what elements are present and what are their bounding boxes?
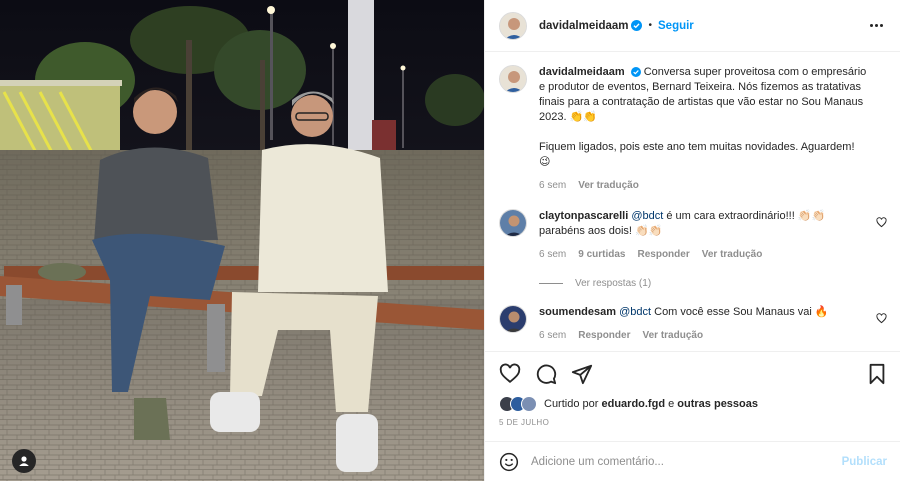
- emoji-icon[interactable]: [499, 452, 519, 472]
- comments-list[interactable]: davidalmeidaam Conversa super proveitosa…: [485, 53, 900, 350]
- bookmark-icon: [869, 363, 885, 385]
- caption-meta: 6 sem Ver tradução: [539, 178, 867, 193]
- separator-dot: •: [648, 20, 652, 31]
- caption: davidalmeidaam Conversa super proveitosa…: [499, 65, 887, 193]
- reply-button[interactable]: Responder: [578, 328, 630, 343]
- commenter-avatar[interactable]: [499, 209, 527, 237]
- comment-item: claytonpascarelli @bdct é um cara extrao…: [499, 209, 887, 262]
- caption-username[interactable]: davidalmeidaam: [539, 66, 625, 78]
- liked-by-joiner: e: [668, 398, 675, 410]
- like-comment-heart-icon[interactable]: [876, 217, 887, 228]
- follow-button[interactable]: Seguir: [658, 20, 694, 32]
- liked-by-summary: Curtido por eduardo.fgd e outras pessoas: [499, 396, 887, 412]
- comment-username[interactable]: soumendesam: [539, 306, 616, 318]
- like-button[interactable]: [499, 363, 521, 385]
- post-details-panel: davidalmeidaam • Seguir davidalmeidaam C…: [484, 0, 900, 481]
- post-dialog: davidalmeidaam • Seguir davidalmeidaam C…: [0, 0, 900, 481]
- paper-plane-icon: [571, 364, 593, 385]
- translate-button[interactable]: Ver tradução: [702, 247, 763, 262]
- comment-item: soumendesam @bdct Com você esse Sou Mana…: [499, 305, 887, 343]
- comment-username[interactable]: claytonpascarelli: [539, 210, 628, 222]
- more-horizontal-icon: [869, 24, 873, 27]
- comment-meta: 6 sem 9 curtidas Responder Ver tradução: [539, 247, 867, 262]
- user-tag-icon: [19, 456, 29, 466]
- comment-meta: 6 sem Responder Ver tradução: [539, 328, 867, 343]
- comment-likes-count[interactable]: 9 curtidas: [578, 247, 625, 262]
- save-button[interactable]: [867, 363, 887, 385]
- tagged-user-button[interactable]: [12, 449, 36, 473]
- comment-bubble-icon: [536, 364, 557, 385]
- publish-button[interactable]: Publicar: [842, 456, 887, 468]
- translate-button[interactable]: Ver tradução: [642, 328, 703, 343]
- like-comment-heart-icon[interactable]: [876, 313, 887, 324]
- liked-by-prefix: Curtido por: [544, 398, 599, 410]
- comment-time[interactable]: 6 sem: [539, 247, 566, 262]
- comment-time[interactable]: 6 sem: [539, 328, 566, 343]
- more-options-button[interactable]: [866, 24, 886, 27]
- post-actions: Curtido por eduardo.fgd e outras pessoas…: [485, 351, 900, 427]
- verified-badge-icon: [631, 20, 643, 31]
- replies-divider: [539, 283, 563, 284]
- heart-icon: [499, 363, 521, 383]
- liked-by-others[interactable]: outras pessoas: [677, 398, 758, 410]
- post-date[interactable]: 5 DE JULHO: [499, 418, 887, 427]
- translate-button[interactable]: Ver tradução: [578, 178, 639, 193]
- liker-avatars[interactable]: [499, 396, 537, 412]
- comment-input[interactable]: [531, 455, 842, 468]
- post-photo[interactable]: [0, 0, 484, 481]
- view-replies-label: Ver respostas (1): [575, 278, 652, 289]
- comment-text: Com você esse Sou Manaus vai 🔥: [651, 306, 829, 318]
- author-avatar[interactable]: [499, 11, 527, 40]
- author-username[interactable]: davidalmeidaam: [539, 20, 628, 32]
- commenter-avatar[interactable]: [499, 305, 527, 333]
- comment-mention[interactable]: @bdct: [631, 210, 663, 222]
- comment-composer: Publicar: [485, 441, 900, 481]
- photo-scene: [0, 0, 484, 481]
- comment-button[interactable]: [535, 363, 557, 385]
- share-button[interactable]: [571, 363, 593, 385]
- verified-badge-icon: [630, 67, 641, 77]
- reply-button[interactable]: Responder: [637, 247, 689, 262]
- comment-mention[interactable]: @bdct: [619, 306, 651, 318]
- view-replies-button[interactable]: Ver respostas (1): [539, 278, 887, 289]
- caption-time[interactable]: 6 sem: [539, 178, 566, 193]
- post-header: davidalmeidaam • Seguir: [485, 0, 900, 52]
- caption-text-2: Fiquem ligados, pois este ano tem muitas…: [539, 141, 855, 168]
- caption-avatar[interactable]: [499, 65, 527, 93]
- liked-by-user[interactable]: eduardo.fgd: [601, 398, 665, 410]
